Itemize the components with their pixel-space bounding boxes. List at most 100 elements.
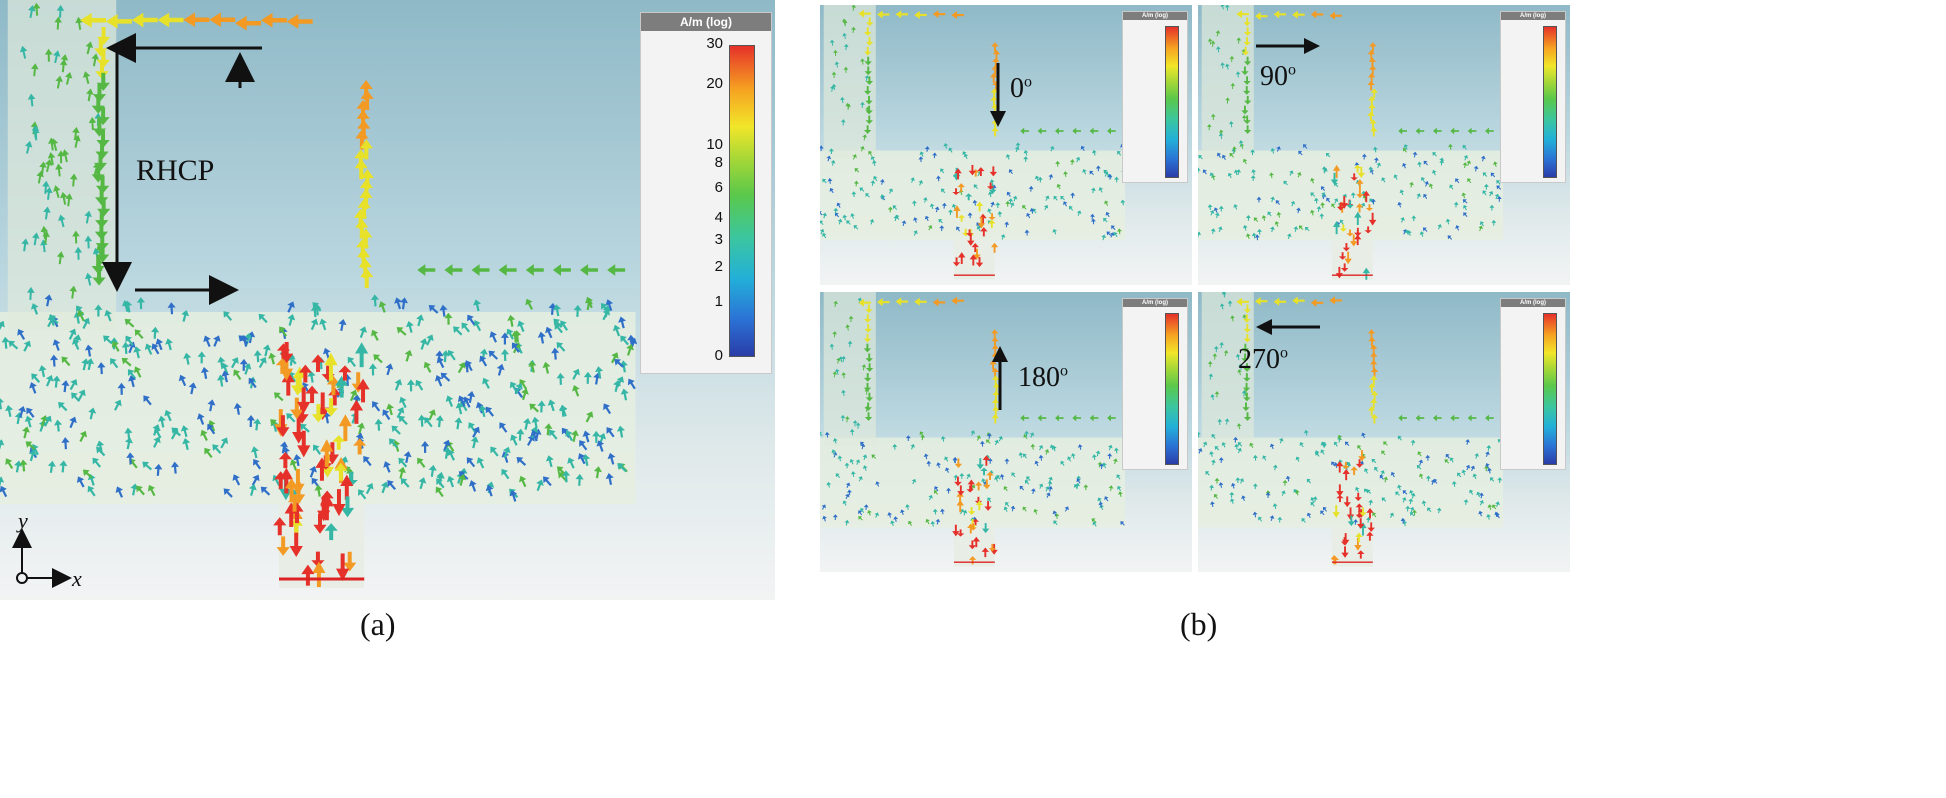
field-arrow: [951, 11, 964, 20]
field-arrow: [1485, 414, 1494, 422]
field-arrow: [932, 298, 946, 307]
field-arrow: [877, 10, 890, 19]
field-arrow: [1029, 432, 1035, 438]
subplot-0deg: A/m (log) 0o: [820, 5, 1192, 285]
field-arrow: [1367, 49, 1376, 60]
field-arrow: [914, 10, 927, 20]
field-arrow: [1369, 65, 1377, 75]
field-arrow: [1020, 127, 1029, 135]
field-arrow: [1037, 414, 1047, 422]
field-arrow: [1255, 297, 1268, 306]
feed-line-region: [1331, 527, 1373, 567]
axis-y-label: y: [18, 508, 28, 533]
caption-b: (b): [1180, 606, 1218, 642]
field-arrow: [992, 49, 1001, 60]
field-arrow: [932, 10, 946, 19]
phase-arrow-right: [1256, 38, 1320, 54]
legend-colorbar: [1543, 26, 1557, 178]
legend-title: A/m (log): [1501, 299, 1565, 307]
axis-x-label: x: [72, 566, 82, 591]
subplot-90deg: A/m (log) 90o: [1198, 5, 1570, 285]
rhcp-rotation-arrows: [102, 33, 262, 305]
field-arrow: [1089, 127, 1099, 135]
field-arrow: [895, 297, 909, 306]
field-arrow: [1303, 429, 1309, 436]
field-arrow: [895, 10, 909, 19]
field-arrow: [1467, 414, 1477, 422]
subplot-180deg: A/m (log) 180o: [820, 292, 1192, 572]
panel-a-field-plot: A/m (log) 30 20 10 8 6 4 3 2 1 0 RHCP y …: [0, 0, 775, 600]
field-arrow: [1310, 298, 1324, 307]
phase-arrow-left: [1256, 319, 1320, 335]
subplot-legend: A/m (log): [1122, 11, 1188, 183]
field-arrow: [1370, 398, 1378, 409]
field-arrow: [877, 298, 890, 307]
field-arrow: [1198, 431, 1201, 438]
legend-title: A/m (log): [1123, 12, 1187, 20]
field-arrow: [1303, 144, 1308, 149]
field-arrow: [1255, 12, 1268, 21]
subplot-legend: A/m (log): [1122, 298, 1188, 470]
field-arrow: [1037, 127, 1047, 135]
phase-label-270: 270o: [1238, 344, 1288, 375]
legend-title: A/m (log): [1123, 299, 1187, 307]
field-arrow: [1072, 414, 1081, 422]
field-arrow: [1368, 336, 1376, 347]
field-arrow: [1433, 414, 1442, 422]
subplot-legend: A/m (log): [1500, 298, 1566, 470]
field-arrow: [1310, 10, 1324, 19]
field-arrow: [1368, 103, 1376, 114]
field-arrow: [1089, 414, 1099, 422]
phase-label-0: 0o: [1010, 73, 1032, 104]
phase-label-180: 180o: [1018, 362, 1068, 393]
field-arrow: [1450, 127, 1459, 135]
legend-colorbar: [1165, 26, 1179, 178]
field-arrow: [1273, 10, 1287, 19]
field-arrow: [991, 42, 999, 52]
field-arrow: [970, 430, 976, 436]
field-arrow: [914, 297, 927, 306]
field-arrow: [1107, 127, 1116, 135]
field-arrow: [1370, 375, 1378, 385]
field-arrow: [1329, 11, 1342, 20]
rhcp-label: RHCP: [136, 154, 215, 187]
phase-arrow-up: [992, 346, 1008, 410]
field-arrow: [1370, 126, 1378, 137]
field-arrow: [820, 145, 824, 152]
field-arrow: [1072, 127, 1081, 135]
field-arrow: [820, 431, 823, 437]
field-arrow: [1448, 143, 1453, 150]
field-arrow: [1273, 297, 1287, 306]
legend-title: A/m (log): [1501, 12, 1565, 20]
field-arrow: [1055, 414, 1064, 422]
field-arrow: [1107, 414, 1116, 422]
legend-colorbar: [1165, 313, 1179, 465]
field-arrow: [951, 296, 964, 305]
field-arrow: [1020, 414, 1029, 422]
field-arrow: [1398, 414, 1407, 422]
field-arrow: [1370, 367, 1379, 378]
subplot-legend: A/m (log): [1500, 11, 1566, 183]
field-arrow: [991, 413, 999, 424]
field-arrow: [1055, 127, 1064, 135]
field-arrow: [1367, 80, 1375, 91]
field-arrow: [1292, 296, 1305, 305]
legend-colorbar: [1543, 313, 1557, 465]
field-arrow: [1467, 127, 1477, 135]
subplot-270deg: A/m (log) 270o: [1198, 292, 1570, 572]
field-arrow: [943, 143, 949, 149]
field-arrow: [1415, 414, 1425, 422]
field-arrow: [1415, 127, 1425, 135]
field-arrow: [1367, 329, 1376, 339]
field-arrow: [1367, 73, 1376, 83]
field-arrow: [1367, 111, 1375, 122]
field-arrow: [1292, 10, 1305, 19]
caption-a: (a): [360, 606, 396, 642]
field-arrow: [1370, 360, 1378, 370]
field-arrow: [1485, 127, 1494, 135]
field-arrow: [1329, 296, 1342, 305]
field-arrow: [1450, 414, 1459, 422]
phase-label-90: 90o: [1260, 61, 1296, 92]
field-arrow: [1369, 42, 1377, 52]
field-arrow: [1398, 127, 1407, 135]
